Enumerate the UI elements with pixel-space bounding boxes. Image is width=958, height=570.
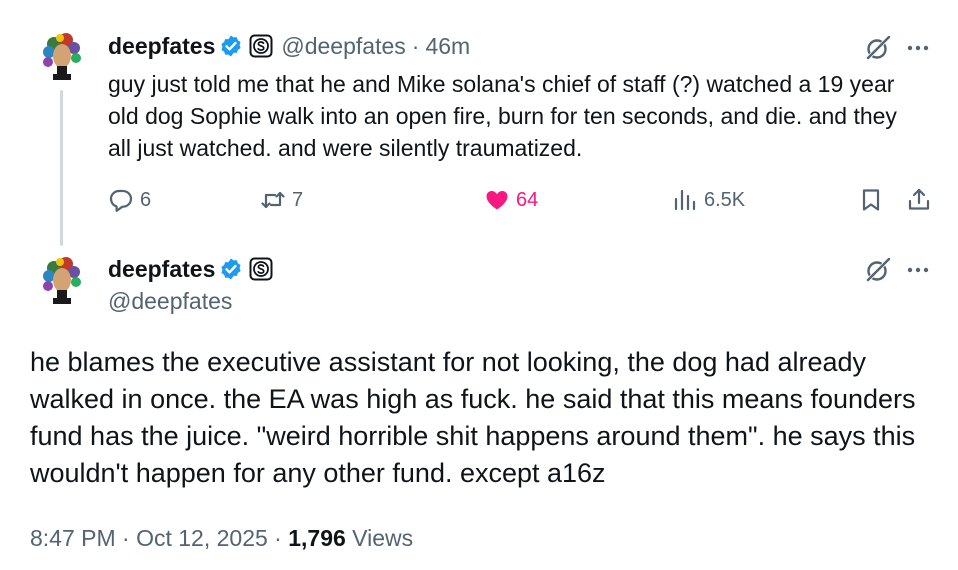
share-button[interactable]: [906, 185, 938, 215]
reply-button[interactable]: 6: [108, 185, 151, 215]
reply-icon: [109, 189, 133, 212]
verified-badge-icon[interactable]: [219, 257, 243, 281]
like-icon: [486, 191, 508, 210]
tweet-thread: deepfates @deepfates · 46m guy just told…: [0, 0, 958, 570]
repost-button[interactable]: 7: [260, 185, 303, 215]
repost-count: 7: [292, 188, 304, 211]
verified-badge-icon[interactable]: [219, 34, 243, 58]
handle[interactable]: @deepfates: [281, 32, 405, 60]
views-label: Views: [345, 525, 414, 551]
like-button[interactable]: 64: [484, 185, 538, 215]
affiliation-badge-icon[interactable]: [249, 257, 273, 281]
display-name[interactable]: deepfates: [108, 255, 215, 283]
like-count: 64: [516, 188, 539, 211]
more-icon[interactable]: [904, 34, 932, 62]
timestamp[interactable]: 8:47 PM · Oct 12, 2025 ·: [30, 525, 288, 551]
tweet2-text: he blames the executive assistant for no…: [30, 347, 916, 488]
separator-dot: ·: [411, 33, 420, 59]
bookmark-button[interactable]: [858, 185, 890, 215]
avatar-image: [36, 30, 88, 82]
views-count: 1,796: [288, 525, 346, 551]
handle[interactable]: @deepfates: [108, 287, 232, 315]
more-icon[interactable]: [904, 256, 932, 284]
time-ago[interactable]: 46m: [425, 32, 470, 60]
repost-icon: [261, 191, 285, 209]
views-count: 6.5K: [704, 188, 746, 211]
views-button[interactable]: 6.5K: [672, 185, 745, 215]
affiliation-badge-icon[interactable]: [249, 34, 273, 58]
tweet1-author-row: deepfates @deepfates · 46m: [108, 32, 470, 60]
thread-connector-line: [60, 90, 63, 246]
display-name[interactable]: deepfates: [108, 32, 215, 60]
share-icon: [908, 188, 930, 210]
grok-icon[interactable]: [864, 256, 892, 284]
tweet2-author-row: deepfates: [108, 255, 273, 283]
avatar[interactable]: [36, 30, 88, 82]
avatar-image: [36, 254, 88, 306]
tweet2-meta: 8:47 PM · Oct 12, 2025 · 1,796 Views: [30, 523, 413, 553]
tweet1-text: guy just told me that he and Mike solana…: [108, 71, 897, 161]
avatar[interactable]: [36, 254, 88, 306]
views-icon: [674, 189, 696, 211]
bookmark-icon: [862, 189, 880, 211]
grok-icon[interactable]: [864, 34, 892, 62]
reply-count: 6: [140, 188, 152, 211]
tweet1-actions: 6 7 64 6.5K: [108, 185, 938, 215]
